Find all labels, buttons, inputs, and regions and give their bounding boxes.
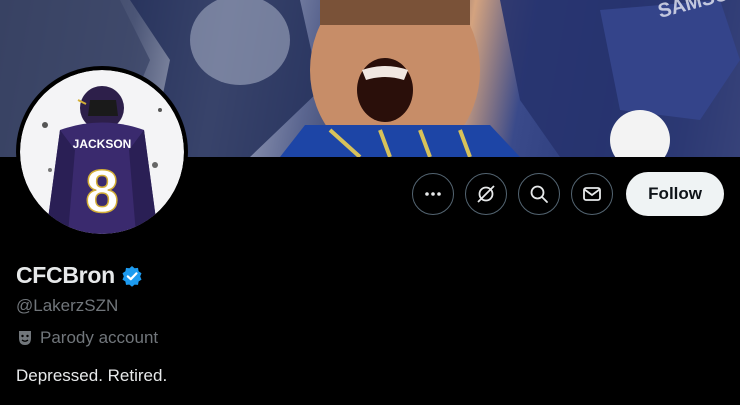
verified-badge-icon[interactable] xyxy=(121,265,143,287)
theater-masks-icon xyxy=(19,331,31,345)
parody-label-text: Parody account xyxy=(40,328,159,347)
name-row: CFCBron xyxy=(16,262,167,289)
profile-actions: Follow xyxy=(412,172,724,216)
handle: @LakerzSZN xyxy=(16,296,119,315)
display-name: CFCBron xyxy=(16,262,115,288)
profile-avatar[interactable]: JACKSON 8 xyxy=(16,66,188,238)
message-button[interactable] xyxy=(571,173,614,215)
profile-info: CFCBron @LakerzSZN Parody account Depres… xyxy=(16,262,167,386)
avatar-image: JACKSON 8 xyxy=(20,70,184,234)
search-button[interactable] xyxy=(518,173,561,215)
grok-icon xyxy=(477,185,495,203)
jersey-number: 8 xyxy=(85,158,118,225)
follow-button[interactable]: Follow xyxy=(626,172,724,216)
more-icon xyxy=(425,192,441,196)
more-button[interactable] xyxy=(412,173,455,215)
bio: Depressed. Retired. xyxy=(16,366,168,385)
jersey-name: JACKSON xyxy=(73,137,132,151)
grok-button[interactable] xyxy=(465,173,508,215)
message-icon xyxy=(583,187,602,201)
parody-label: Parody account xyxy=(16,328,167,348)
search-icon xyxy=(530,185,549,203)
